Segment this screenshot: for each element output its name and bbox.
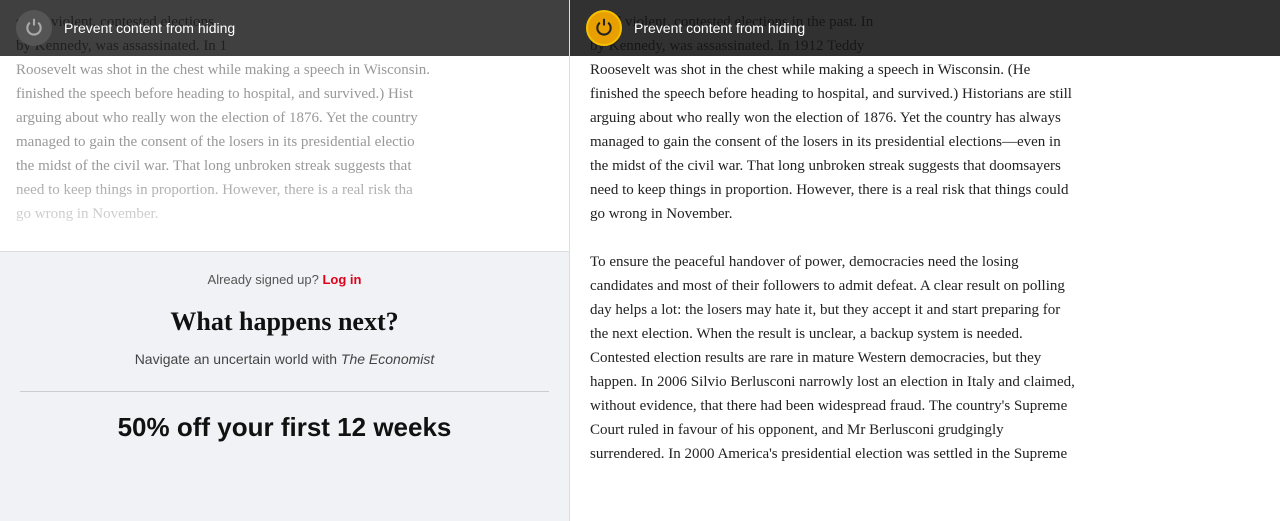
right-panel: s had violent, contested elections in th… — [570, 0, 1280, 521]
prevent-bar-left[interactable]: Prevent content from hiding — [0, 0, 569, 56]
brand-name: The Economist — [341, 351, 434, 367]
right-article-text: s had violent, contested elections in th… — [570, 0, 1280, 466]
signup-headline: What happens next? — [170, 307, 398, 337]
prevent-bar-right[interactable]: Prevent content from hiding — [570, 0, 1280, 56]
right-article-paragraph-2: To ensure the peaceful handover of power… — [590, 250, 1260, 466]
signup-offer: 50% off your first 12 weeks — [118, 412, 452, 443]
power-icon-left[interactable] — [16, 10, 52, 46]
left-panel: s had violent, contested electionsby Ken… — [0, 0, 570, 521]
signup-already-text: Already signed up? Log in — [208, 272, 362, 287]
signup-subtext: Navigate an uncertain world with The Eco… — [135, 351, 435, 367]
prevent-bar-left-label: Prevent content from hiding — [64, 20, 235, 36]
prevent-bar-right-label: Prevent content from hiding — [634, 20, 805, 36]
signup-divider — [20, 391, 549, 392]
login-link[interactable]: Log in — [322, 272, 361, 287]
power-icon-right[interactable] — [586, 10, 622, 46]
signup-overlay: Already signed up? Log in What happens n… — [0, 251, 569, 521]
